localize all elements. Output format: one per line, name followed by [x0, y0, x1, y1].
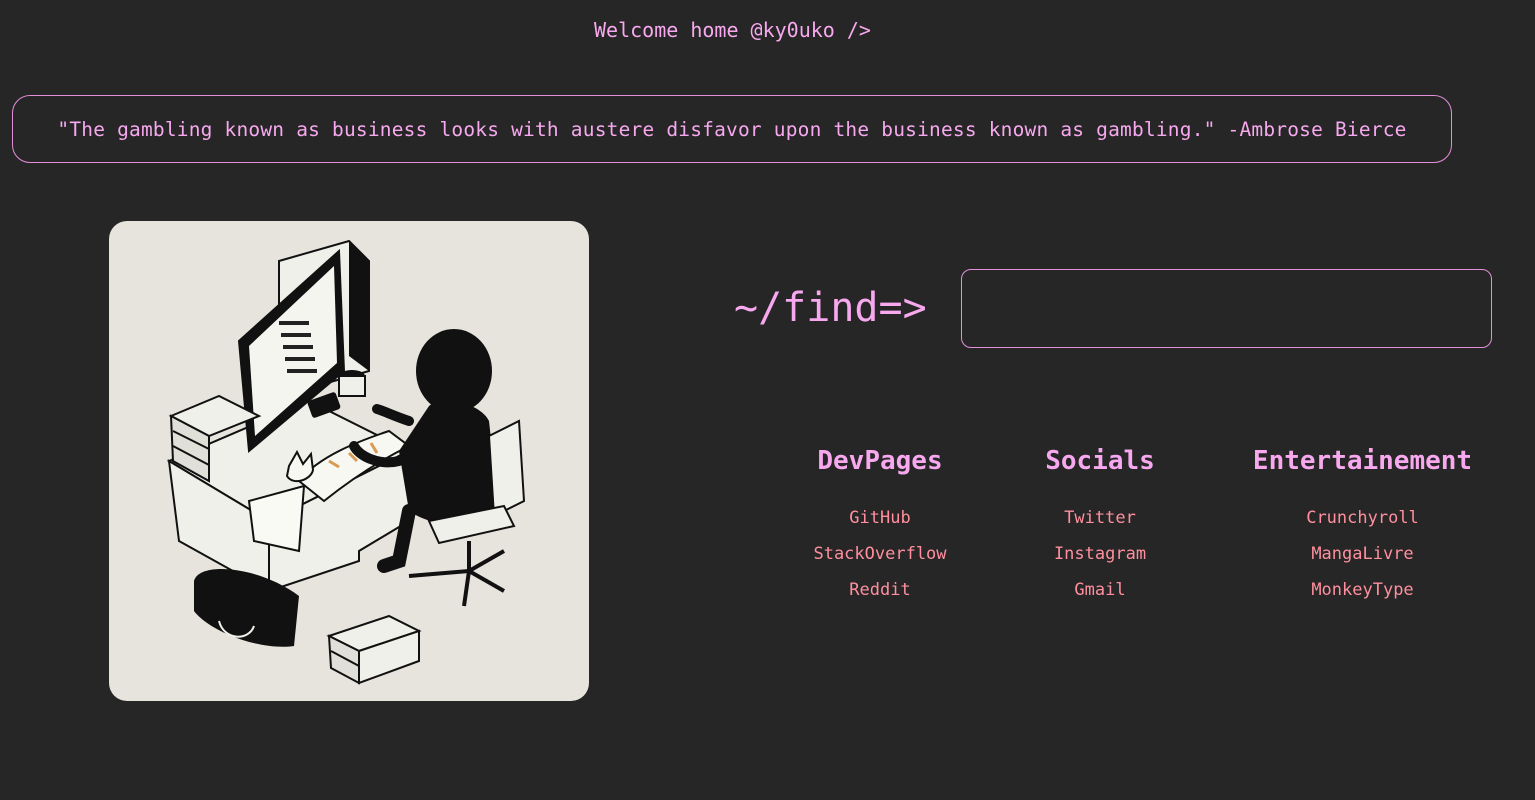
- link-gmail[interactable]: Gmail: [1000, 572, 1200, 608]
- links-column-socials: Socials Twitter Instagram Gmail: [1000, 444, 1200, 608]
- link-monkeytype[interactable]: MonkeyType: [1230, 572, 1495, 608]
- welcome-heading: Welcome home @ky0uko />: [594, 18, 871, 42]
- illustration-image: [109, 221, 589, 701]
- link-twitter[interactable]: Twitter: [1000, 500, 1200, 536]
- column-title: Socials: [1045, 446, 1155, 476]
- link-crunchyroll[interactable]: Crunchyroll: [1230, 500, 1495, 536]
- links-column-devpages: DevPages GitHub StackOverflow Reddit: [780, 444, 980, 608]
- quote-box: "The gambling known as business looks wi…: [12, 95, 1452, 163]
- link-github[interactable]: GitHub: [780, 500, 980, 536]
- floor-books: [326, 614, 422, 685]
- desk-illustration: [166, 239, 526, 685]
- tower-side: [349, 241, 369, 371]
- search-input[interactable]: [961, 269, 1492, 348]
- link-reddit[interactable]: Reddit: [780, 572, 980, 608]
- startpage: Welcome home @ky0uko /> "The gambling kn…: [0, 0, 1535, 800]
- search-prompt: ~/find=>: [734, 285, 927, 331]
- link-stackoverflow[interactable]: StackOverflow: [780, 536, 980, 572]
- quote-text: "The gambling known as business looks wi…: [57, 117, 1407, 141]
- link-instagram[interactable]: Instagram: [1000, 536, 1200, 572]
- mug-body: [338, 375, 366, 397]
- column-title: Entertainement: [1252, 446, 1473, 476]
- links-column-entertainment: Entertainement Crunchyroll MangaLivre Mo…: [1230, 444, 1495, 608]
- column-title: DevPages: [817, 446, 943, 476]
- link-mangalivre[interactable]: MangaLivre: [1230, 536, 1495, 572]
